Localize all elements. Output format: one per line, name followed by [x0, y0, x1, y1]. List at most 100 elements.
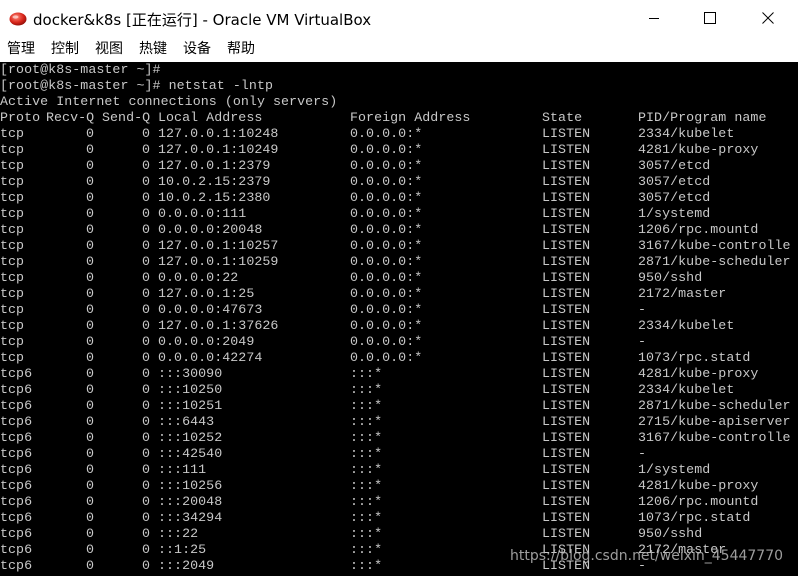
cell-local: 0.0.0.0:20048: [158, 222, 263, 237]
table-row: tcp6 0 0:::10251:::* LISTEN 2871/kube-schedu…: [0, 398, 798, 414]
cell-state: LISTEN: [542, 206, 591, 221]
cell-local: 127.0.0.1:10257: [158, 238, 279, 253]
maximize-button[interactable]: [680, 0, 740, 36]
cell-state: LISTEN: [542, 190, 591, 205]
cell-recv: 0: [86, 414, 95, 429]
table-row: tcp 0 0 127.0.0.1:10259 0.0.0.0:* LISTEN 2871/…: [0, 254, 798, 270]
cell-send: 0: [142, 414, 151, 429]
cell-foreign: 0.0.0.0:*: [350, 334, 423, 349]
table-row: tcp6 0 0:::10250:::* LISTEN 2334/kubelet: [0, 382, 798, 398]
cell-proto: tcp6: [0, 414, 33, 429]
cell-send: 0: [142, 286, 151, 301]
cell-pid: 2334/kubelet: [638, 126, 735, 141]
cell-pid: 950/sshd: [638, 526, 703, 541]
cell-recv: 0: [86, 158, 95, 173]
console-line: Active Internet connections (only server…: [0, 94, 338, 109]
cell-proto: tcp: [0, 190, 25, 205]
cell-foreign: 0.0.0.0:*: [350, 206, 423, 221]
cell-proto: tcp6: [0, 542, 33, 557]
cell-local: :::10256: [158, 478, 223, 493]
cell-send: 0: [142, 398, 151, 413]
cell-state: LISTEN: [542, 478, 591, 493]
table-row: tcp 0 0 127.0.0.1:10248 0.0.0.0:* LISTEN 2334/…: [0, 126, 798, 142]
cell-state: LISTEN: [542, 174, 591, 189]
maximize-icon: [704, 12, 716, 24]
cell-state: LISTEN: [542, 462, 591, 477]
cell-recv: 0: [86, 142, 95, 157]
cell-send: 0: [142, 382, 151, 397]
cell-local: 127.0.0.1:25: [158, 286, 255, 301]
cell-foreign: :::*: [350, 446, 383, 461]
menu-control[interactable]: 控制: [43, 36, 87, 62]
cell-pid: 1073/rpc.statd: [638, 510, 751, 525]
cell-state: LISTEN: [542, 126, 591, 141]
cell-send: 0: [142, 446, 151, 461]
table-row: tcp 0 0 0.0.0.0:22 0.0.0.0:* LISTEN 950/sshd: [0, 270, 798, 286]
table-row: tcp6 0 0:::10256:::* LISTEN 4281/kube-proxy: [0, 478, 798, 494]
header-send: Send-Q: [102, 110, 151, 125]
cell-state: LISTEN: [542, 414, 591, 429]
cell-state: LISTEN: [542, 142, 591, 157]
cell-foreign: :::*: [350, 414, 383, 429]
cell-recv: 0: [86, 462, 95, 477]
cell-pid: 3057/etcd: [638, 174, 711, 189]
cell-proto: tcp: [0, 286, 25, 301]
cell-local: :::10250: [158, 382, 223, 397]
cell-foreign: 0.0.0.0:*: [350, 238, 423, 253]
cell-send: 0: [142, 366, 151, 381]
cell-foreign: 0.0.0.0:*: [350, 318, 423, 333]
table-row: tcp 0 0 10.0.2.15:2379 0.0.0.0:* LISTEN 3057/e…: [0, 174, 798, 190]
window-titlebar[interactable]: docker&k8s [正在运行] - Oracle VM VirtualBox: [0, 0, 798, 36]
cell-proto: tcp: [0, 254, 25, 269]
minimize-button[interactable]: [624, 0, 684, 36]
cell-pid: 3167/kube-controlle: [638, 430, 791, 445]
menu-help[interactable]: 帮助: [219, 36, 263, 62]
cell-state: LISTEN: [542, 318, 591, 333]
cell-recv: 0: [86, 542, 95, 557]
cell-pid: -: [638, 446, 647, 461]
watermark: https://blog.csdn.net/weixin_45447770: [510, 548, 784, 564]
menu-hotkeys[interactable]: 热键: [131, 36, 175, 62]
cell-proto: tcp: [0, 270, 25, 285]
cell-state: LISTEN: [542, 510, 591, 525]
cell-recv: 0: [86, 366, 95, 381]
cell-pid: 1073/rpc.statd: [638, 350, 751, 365]
cell-state: LISTEN: [542, 302, 591, 317]
menu-devices[interactable]: 设备: [175, 36, 219, 62]
cell-state: LISTEN: [542, 446, 591, 461]
cell-pid: 4281/kube-proxy: [638, 366, 759, 381]
cell-send: 0: [142, 238, 151, 253]
close-button[interactable]: [738, 0, 798, 36]
cell-pid: 3057/etcd: [638, 158, 711, 173]
cell-recv: 0: [86, 398, 95, 413]
cell-proto: tcp6: [0, 526, 33, 541]
cell-send: 0: [142, 510, 151, 525]
cell-send: 0: [142, 318, 151, 333]
menu-manage[interactable]: 管理: [0, 36, 43, 62]
cell-local: 127.0.0.1:10259: [158, 254, 279, 269]
menu-view[interactable]: 视图: [87, 36, 131, 62]
cell-local: 0.0.0.0:22: [158, 270, 239, 285]
cell-proto: tcp: [0, 302, 25, 317]
cell-recv: 0: [86, 478, 95, 493]
table-row: tcp 0 0 10.0.2.15:2380 0.0.0.0:* LISTEN 3057/e…: [0, 190, 798, 206]
cell-foreign: 0.0.0.0:*: [350, 222, 423, 237]
header-foreign: Foreign Address: [350, 110, 471, 125]
vm-console-screen[interactable]: [root@k8s-master ~]# [root@k8s-master ~]…: [0, 62, 798, 576]
cell-foreign: :::*: [350, 366, 383, 381]
cell-proto: tcp6: [0, 494, 33, 509]
cell-state: LISTEN: [542, 430, 591, 445]
cell-recv: 0: [86, 126, 95, 141]
cell-send: 0: [142, 462, 151, 477]
cell-pid: 1/systemd: [638, 462, 711, 477]
window-title: docker&k8s [正在运行] - Oracle VM VirtualBox: [33, 11, 372, 29]
cell-pid: 2172/master: [638, 286, 727, 301]
cell-local: 127.0.0.1:10248: [158, 126, 279, 141]
cell-proto: tcp: [0, 238, 25, 253]
header-local: Local Address: [158, 110, 263, 125]
cell-proto: tcp: [0, 158, 25, 173]
cell-local: :::6443: [158, 414, 215, 429]
cell-proto: tcp: [0, 334, 25, 349]
table-row: tcp6 0 0:::20048:::* LISTEN 1206/rpc.mountd: [0, 494, 798, 510]
cell-pid: 2871/kube-scheduler: [638, 398, 791, 413]
